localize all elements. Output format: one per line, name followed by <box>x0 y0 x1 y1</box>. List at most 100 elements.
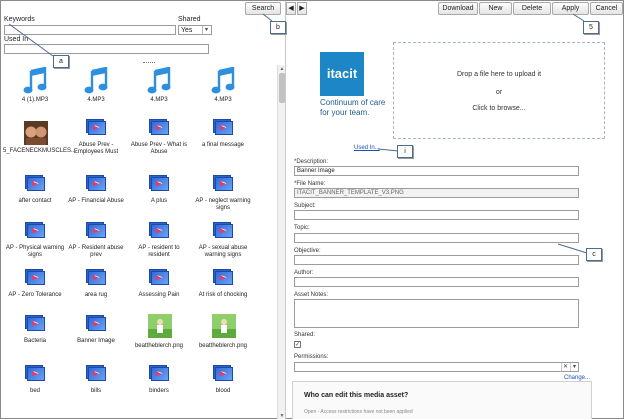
video-file-icon <box>86 222 106 242</box>
description-input[interactable]: Banner Image <box>294 166 579 176</box>
video-file-icon <box>149 222 169 242</box>
media-item[interactable]: after contact <box>3 171 67 217</box>
media-item-label: A plus <box>150 198 168 204</box>
media-item-label: 5_FACENECKMUSCLES... <box>3 148 77 154</box>
music-note-icon <box>84 66 108 95</box>
media-item[interactable]: 5_FACENECKMUSCLES... <box>3 115 77 161</box>
logo-tagline: Continuum of care for your team. <box>320 98 386 117</box>
music-note-icon <box>211 66 235 95</box>
permissions-select[interactable]: ✕ ▾ <box>294 362 579 372</box>
media-item[interactable]: Banner Image <box>64 311 128 357</box>
media-item[interactable]: AP - neglect warning signs <box>191 171 255 217</box>
edit-permissions-status: Open - Access restrictions have not been… <box>304 409 413 415</box>
media-item[interactable]: Bacteria <box>3 311 67 357</box>
media-item-label: At risk of chocking <box>198 292 248 298</box>
subject-input[interactable] <box>294 210 579 220</box>
keywords-input[interactable] <box>4 25 176 35</box>
media-item[interactable]: AP - Resident abuse prev <box>64 218 128 264</box>
search-button[interactable]: Search <box>245 2 281 15</box>
used-in-link[interactable]: Used In... <box>354 145 380 151</box>
asset-notes-textarea[interactable] <box>294 299 579 328</box>
callout-b: b <box>270 21 286 34</box>
video-file-icon <box>213 175 233 195</box>
shared-label: Shared: <box>294 332 316 338</box>
media-item[interactable]: bed <box>3 361 67 407</box>
permissions-label: Permissions: <box>294 354 329 360</box>
photo-thumbnail-icon <box>24 121 48 145</box>
media-item[interactable]: AP - resident to resident <box>127 218 191 264</box>
keywords-label: Keywords <box>4 16 35 23</box>
media-item-label: 4.MP3 <box>214 97 232 103</box>
media-item[interactable]: blood <box>191 361 255 407</box>
media-item-label: a final message <box>201 142 245 148</box>
media-item-label: AP - Resident abuse prev <box>68 245 124 258</box>
media-item[interactable]: beattheblerch.png <box>127 311 191 357</box>
media-item[interactable]: AP - sexual abuse warning signs <box>191 218 255 264</box>
media-library-window: Keywords Shared Yes ▾ Used In Search ◀ ▶… <box>0 0 624 419</box>
media-item-label: Bacteria <box>23 338 46 344</box>
edit-permissions-panel: Who can edit this media asset? Open - Ac… <box>292 381 592 419</box>
media-item[interactable]: A plus <box>127 171 191 217</box>
callout-c: c <box>586 248 602 261</box>
media-item[interactable]: bills <box>64 361 128 407</box>
splitter-handle[interactable] <box>143 62 155 64</box>
callout-5: 5 <box>583 21 599 34</box>
media-item[interactable]: At risk of chocking <box>191 265 255 311</box>
topic-input[interactable] <box>294 233 579 243</box>
edit-permissions-heading: Who can edit this media asset? <box>304 392 409 399</box>
file-drop-zone[interactable]: Drop a file here to upload it or Click t… <box>393 42 605 139</box>
video-file-icon <box>25 175 45 195</box>
video-file-icon <box>149 269 169 289</box>
media-item[interactable]: AP - Financial Abuse <box>64 171 128 217</box>
media-item-label: bills <box>90 388 102 394</box>
drop-or: or <box>495 89 503 96</box>
clear-icon[interactable]: ✕ <box>561 363 569 371</box>
file-name-input[interactable]: ITACIT_BANNER_TEMPLATE_V3.PNG <box>294 188 579 198</box>
callout-a: a <box>53 55 69 68</box>
media-item-label: AP - resident to resident <box>138 245 180 258</box>
media-item-label: 4.MP3 <box>150 97 168 103</box>
media-item[interactable]: Abuse Prev - What is Abuse <box>127 115 191 161</box>
objective-input[interactable] <box>294 255 579 265</box>
chevron-down-icon[interactable]: ▾ <box>570 363 578 371</box>
shared-checkbox[interactable]: ✓ <box>294 341 301 348</box>
shared-filter-label: Shared <box>178 16 201 23</box>
video-file-icon <box>213 365 233 385</box>
video-file-icon <box>149 119 169 139</box>
shared-filter-select[interactable]: Yes ▾ <box>178 25 212 35</box>
media-item-label: after contact <box>18 198 52 204</box>
media-item[interactable]: 4.MP3 <box>191 65 255 111</box>
media-grid-scrollbar[interactable]: ▲ ▼ <box>277 65 285 419</box>
media-item[interactable]: 4.MP3 <box>64 65 128 111</box>
video-file-icon <box>25 365 45 385</box>
media-item[interactable]: AP - Physical warning signs <box>3 218 67 264</box>
video-file-icon <box>149 175 169 195</box>
callout-i: i <box>397 145 413 158</box>
media-item-label: AP - Zero Tolerance <box>8 292 62 298</box>
description-label: *Description: <box>294 159 329 165</box>
media-item[interactable]: beattheblerch.png <box>191 311 255 357</box>
media-item[interactable]: 4.MP3 <box>127 65 191 111</box>
media-item-label: area rug <box>84 292 108 298</box>
media-item[interactable]: area rug <box>64 265 128 311</box>
video-file-icon <box>25 269 45 289</box>
drop-instruction: Drop a file here to upload it <box>456 71 542 78</box>
used-in-filter-input[interactable] <box>4 44 209 54</box>
media-item[interactable]: AP - Zero Tolerance <box>3 265 67 311</box>
media-item[interactable]: binders <box>127 361 191 407</box>
video-file-icon <box>86 315 106 335</box>
video-file-icon <box>213 269 233 289</box>
media-item[interactable]: Assessing Pain <box>127 265 191 311</box>
image-thumbnail-icon <box>212 314 236 338</box>
objective-label: Objective: <box>294 248 321 254</box>
media-item[interactable]: 4 (1).MP3 <box>3 65 67 111</box>
browse-link[interactable]: Click to browse... <box>394 105 604 112</box>
asset-notes-label: Asset Notes: <box>294 292 329 298</box>
author-input[interactable] <box>294 277 579 287</box>
media-item-label: Abuse Prev - What is Abuse <box>130 142 188 155</box>
media-item-label: 4 (1).MP3 <box>21 97 49 103</box>
media-item[interactable]: Abuse Prev - Employees Must <box>64 115 128 161</box>
media-item-label: Banner Image <box>77 338 115 344</box>
media-item[interactable]: a final message <box>191 115 255 161</box>
video-file-icon <box>213 222 233 242</box>
